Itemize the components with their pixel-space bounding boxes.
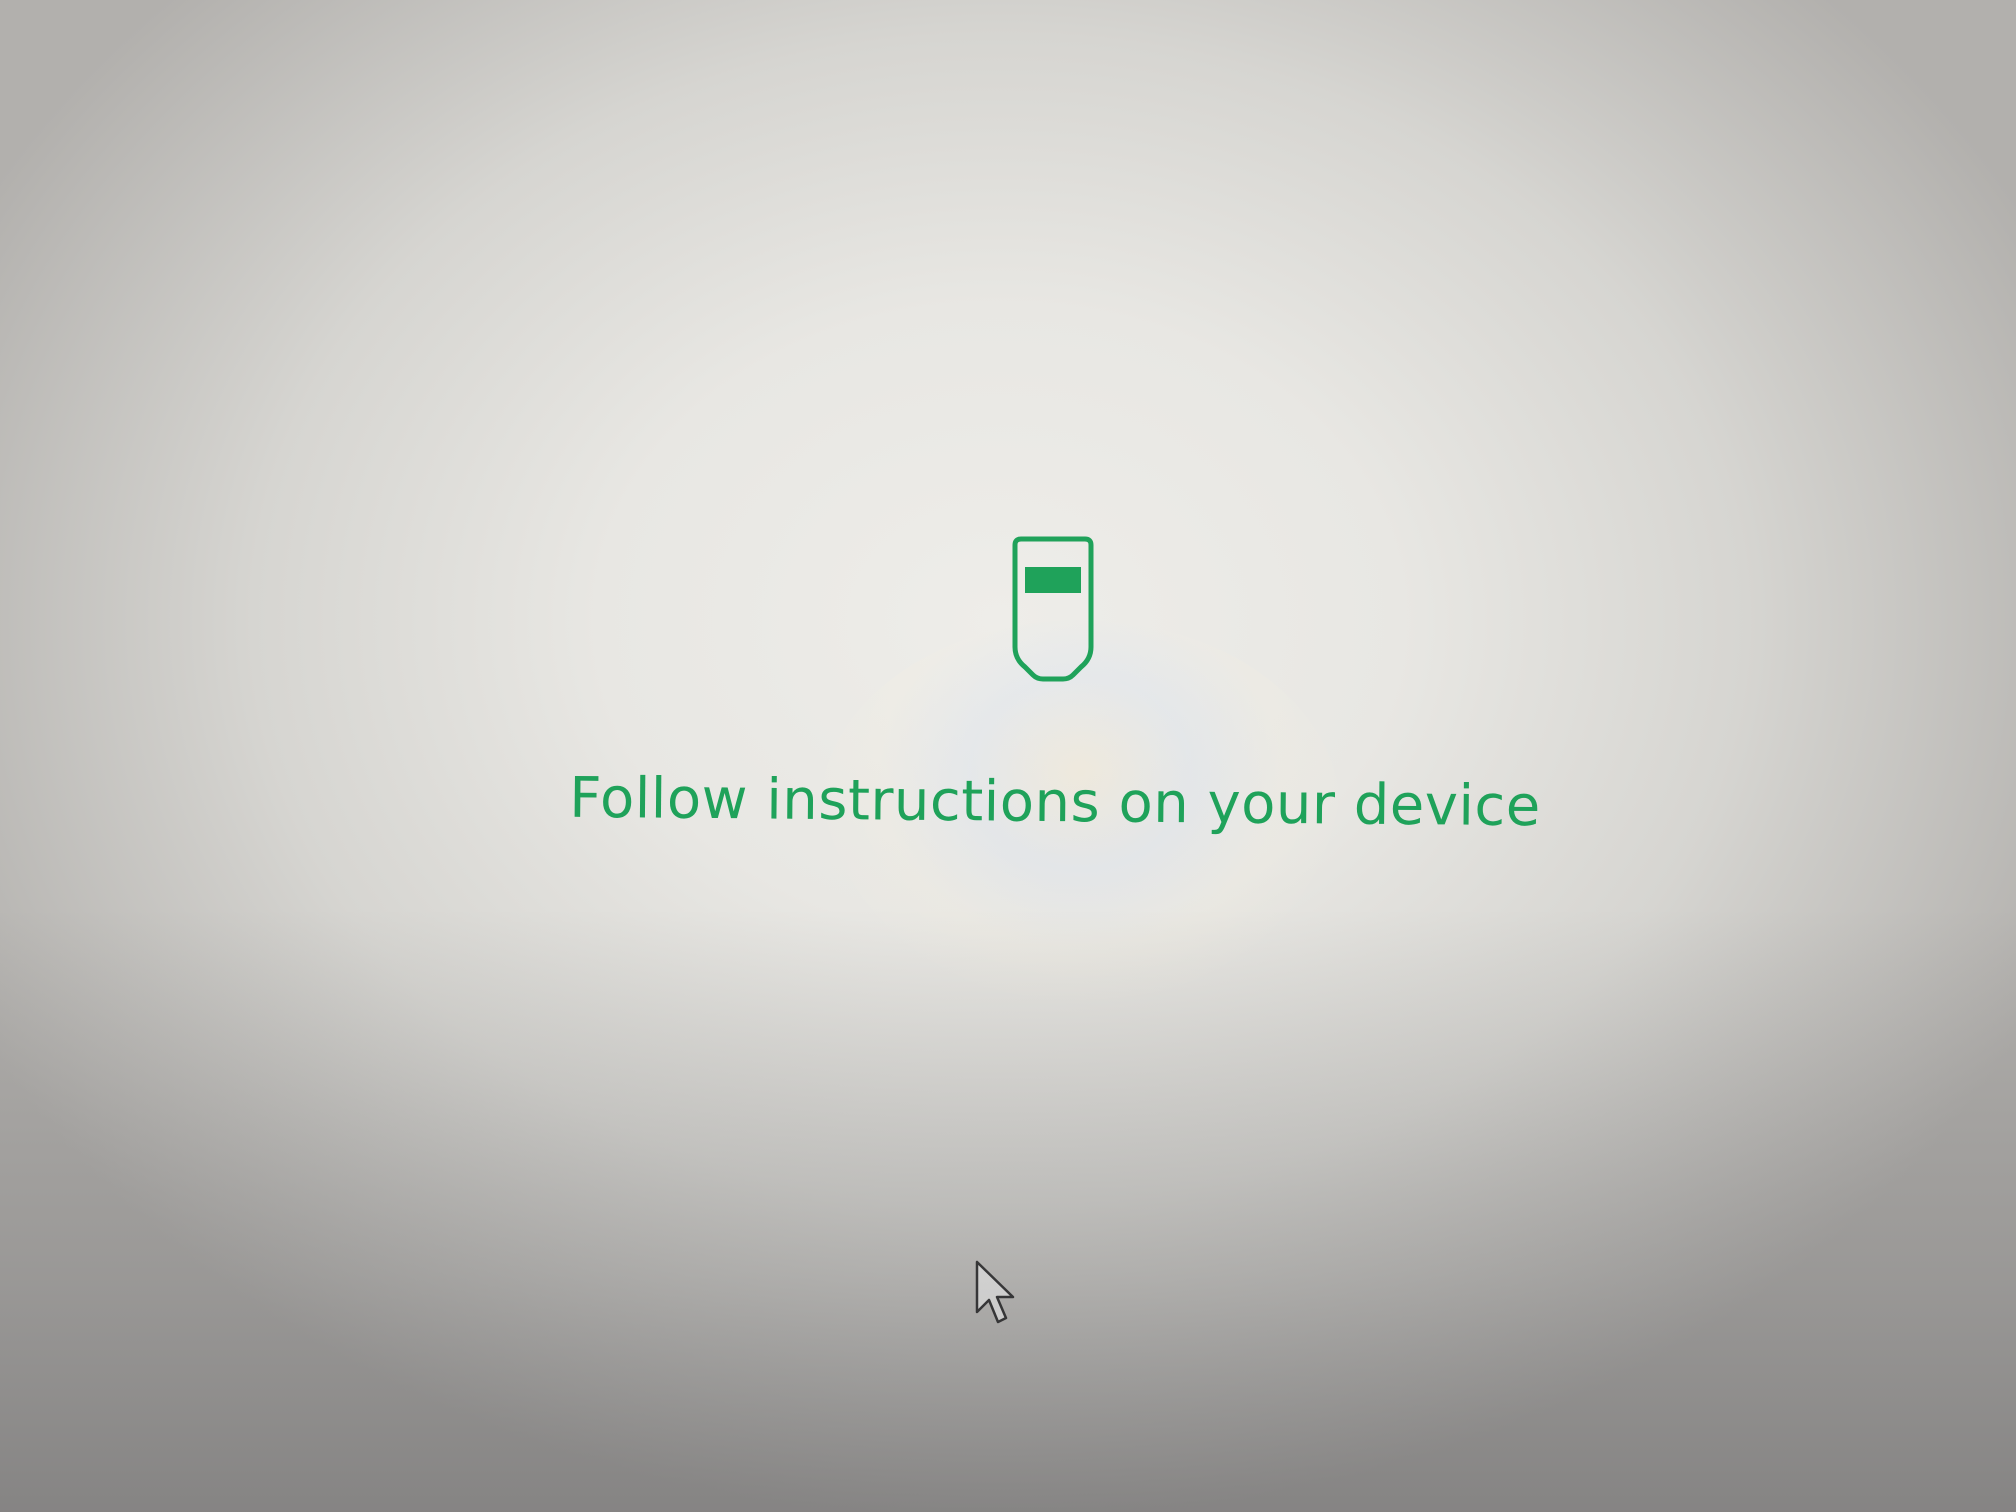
mouse-pointer-icon <box>973 1260 1023 1330</box>
hardware-wallet-device-icon <box>1005 535 1101 685</box>
follow-instructions-message: Follow instructions on your device <box>569 765 1541 840</box>
